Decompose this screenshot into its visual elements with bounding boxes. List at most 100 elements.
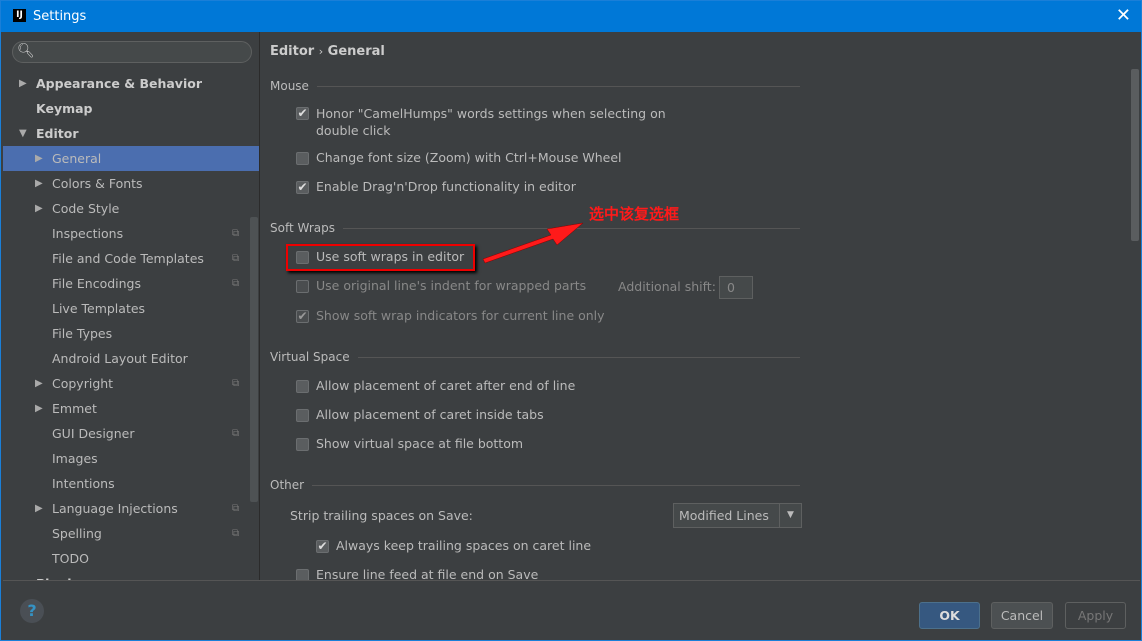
sidebar-item-label: GUI Designer (52, 426, 135, 441)
project-scope-icon: ⧉ (232, 278, 240, 289)
checkbox-label: Always keep trailing spaces on caret lin… (336, 538, 592, 553)
search-icon: 🔍︎ (17, 43, 35, 59)
checkbox-box[interactable] (296, 380, 309, 393)
apply-button[interactable]: Apply (1065, 602, 1126, 629)
breadcrumb-current: General (327, 44, 385, 59)
section-virtual-space: Virtual Space (270, 350, 800, 364)
sidebar-item-label: Appearance & Behavior (36, 76, 202, 91)
chevron-right-icon[interactable]: ▶ (35, 196, 43, 221)
annotation-arrow (482, 222, 584, 264)
breadcrumb-parent[interactable]: Editor (270, 44, 314, 59)
checkbox-box[interactable] (296, 409, 309, 422)
project-scope-icon: ⧉ (232, 503, 240, 514)
project-scope-icon: ⧉ (232, 253, 240, 264)
sidebar-item-gui-designer[interactable]: GUI Designer ⧉ (3, 421, 249, 446)
checkmark-icon[interactable]: ✔ (296, 181, 309, 194)
sidebar-item-label: Inspections (52, 226, 124, 241)
project-scope-icon: ⧉ (232, 528, 240, 539)
breadcrumb-separator: › (318, 45, 324, 58)
sidebar-item-label: Images (52, 451, 98, 466)
sidebar-item-file-encodings[interactable]: File Encodings ⧉ (3, 271, 249, 296)
sidebar-item-file-types[interactable]: File Types (3, 321, 249, 346)
checkmark-icon[interactable]: ✔ (296, 310, 309, 323)
chevron-right-icon[interactable]: ▶ (35, 496, 43, 521)
ok-button[interactable]: OK (919, 602, 980, 629)
checkmark-icon[interactable]: ✔ (316, 540, 329, 553)
checkbox-label: Show virtual space at file bottom (316, 436, 524, 451)
sidebar-item-code-style[interactable]: ▶ Code Style (3, 196, 249, 221)
sidebar-item-general[interactable]: ▶ General (3, 146, 259, 171)
settings-content: Editor › General Mouse ✔ Honor "CamelHumps… (260, 32, 1140, 580)
sidebar-item-plugins[interactable]: Plugins (3, 571, 249, 580)
intellij-logo-icon: IJ (13, 9, 26, 22)
checkbox-box[interactable] (296, 569, 309, 580)
sidebar-item-label: Spelling (52, 526, 102, 541)
search-input[interactable]: 🔍︎ (12, 41, 252, 63)
strip-trailing-select[interactable]: Modified Lines ▼ (673, 503, 802, 528)
checkbox-label: Use original line's indent for wrapped p… (316, 278, 587, 293)
checkbox-box[interactable] (296, 438, 309, 451)
sidebar-item-inspections[interactable]: Inspections ⧉ (3, 221, 249, 246)
sidebar-item-label: General (52, 151, 102, 166)
sidebar-item-copyright[interactable]: ▶ Copyright ⧉ (3, 371, 249, 396)
chevron-down-icon: ▼ (779, 504, 801, 527)
sidebar-item-intentions[interactable]: Intentions (3, 471, 249, 496)
sidebar-item-editor[interactable]: ▼ Editor (3, 121, 249, 146)
virtual-bottom-checkbox[interactable]: Show virtual space at file bottom (296, 436, 523, 451)
sidebar-item-label: TODO (52, 551, 89, 566)
checkbox-label: Allow placement of caret after end of li… (316, 378, 576, 393)
sidebar-item-emmet[interactable]: ▶ Emmet (3, 396, 249, 421)
strip-trailing-label: Strip trailing spaces on Save: (290, 508, 473, 523)
line-feed-checkbox[interactable]: Ensure line feed at file end on Save (296, 567, 538, 580)
checkbox-label: Allow placement of caret inside tabs (316, 407, 544, 422)
sidebar-item-images[interactable]: Images (3, 446, 249, 471)
sidebar-item-language-injections[interactable]: ▶ Language Injections ⧉ (3, 496, 249, 521)
annotation-text: 选中该复选框 (589, 205, 680, 223)
content-scrollbar[interactable] (1131, 69, 1139, 241)
zoom-checkbox[interactable]: Change font size (Zoom) with Ctrl+Mouse … (296, 150, 622, 165)
chevron-right-icon[interactable]: ▶ (35, 146, 43, 171)
camel-humps-checkbox[interactable]: ✔ Honor "CamelHumps" words settings when … (296, 105, 666, 139)
sidebar-item-file-and-code-templates[interactable]: File and Code Templates ⧉ (3, 246, 249, 271)
sidebar-item-todo[interactable]: TODO (3, 546, 249, 571)
chevron-right-icon[interactable]: ▶ (35, 396, 43, 421)
sidebar-item-label: Code Style (52, 201, 120, 216)
keep-trailing-checkbox[interactable]: ✔ Always keep trailing spaces on caret li… (316, 538, 591, 553)
indicators-checkbox[interactable]: ✔ Show soft wrap indicators for current l… (296, 308, 605, 323)
sidebar-scrollbar[interactable] (250, 217, 258, 502)
caret-tabs-checkbox[interactable]: Allow placement of caret inside tabs (296, 407, 544, 422)
sidebar-item-colors-fonts[interactable]: ▶ Colors & Fonts (3, 171, 249, 196)
checkbox-label: Ensure line feed at file end on Save (316, 567, 539, 580)
cancel-button[interactable]: Cancel (991, 602, 1053, 629)
breadcrumb: Editor › General (270, 44, 385, 59)
section-other: Other (270, 478, 800, 492)
checkbox-box[interactable] (296, 280, 309, 293)
checkbox-box[interactable] (296, 152, 309, 165)
project-scope-icon: ⧉ (232, 378, 240, 389)
title-bar: IJ Settings ✕ (1, 1, 1141, 32)
sidebar-item-keymap[interactable]: Keymap (3, 96, 249, 121)
sidebar-item-spelling[interactable]: Spelling ⧉ (3, 521, 249, 546)
sidebar-item-appearance-behavior[interactable]: ▶ Appearance & Behavior (3, 71, 249, 96)
chevron-down-icon[interactable]: ▼ (19, 121, 27, 146)
sidebar-item-label: Copyright (52, 376, 114, 391)
chevron-right-icon[interactable]: ▶ (35, 171, 43, 196)
highlight-box (286, 244, 475, 271)
close-icon[interactable]: ✕ (1116, 5, 1131, 26)
sidebar-item-label: File Encodings (52, 276, 142, 291)
checkmark-icon[interactable]: ✔ (296, 107, 309, 120)
sidebar-item-label: Emmet (52, 401, 97, 416)
sidebar-item-live-templates[interactable]: Live Templates (3, 296, 249, 321)
orig-indent-checkbox[interactable]: Use original line's indent for wrapped p… (296, 278, 586, 293)
help-button[interactable]: ? (20, 599, 44, 623)
additional-shift-input[interactable]: 0 (719, 276, 753, 299)
sidebar-item-android-layout-editor[interactable]: Android Layout Editor (3, 346, 249, 371)
dnd-checkbox[interactable]: ✔ Enable Drag'n'Drop functionality in edi… (296, 179, 576, 194)
caret-after-end-checkbox[interactable]: Allow placement of caret after end of li… (296, 378, 575, 393)
section-mouse: Mouse (270, 79, 800, 93)
project-scope-icon: ⧉ (232, 428, 240, 439)
chevron-right-icon[interactable]: ▶ (19, 71, 27, 96)
sidebar-item-label: Editor (36, 126, 79, 141)
chevron-right-icon[interactable]: ▶ (35, 371, 43, 396)
sidebar-item-label: Plugins (36, 571, 88, 580)
